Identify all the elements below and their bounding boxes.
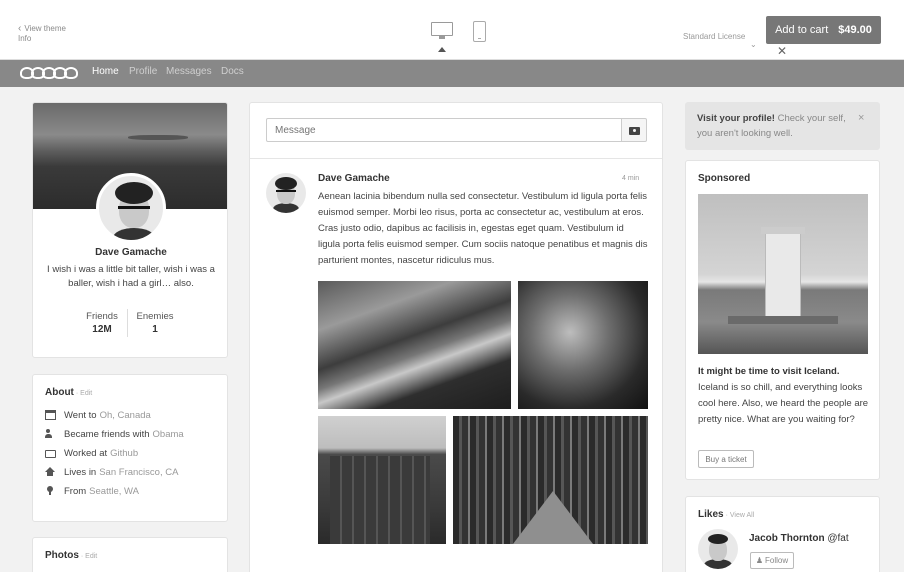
sponsored-title: Sponsored <box>698 173 751 184</box>
nav-link-docs[interactable]: Docs <box>221 66 244 77</box>
post-photo-cave[interactable] <box>518 281 648 409</box>
theme-preview-bar: ‹ View theme Info Standard License ⌄ Add … <box>0 0 904 60</box>
post-photo-building[interactable] <box>318 416 446 544</box>
nav-link-home[interactable]: Home <box>92 66 119 77</box>
likes-card: Likes · View All Jacob Thornton @fat ♟ Fol… <box>685 496 880 572</box>
sponsored-card: Sponsored It might be time to visit Icel… <box>685 160 880 480</box>
nav-link-messages[interactable]: Messages <box>166 66 212 77</box>
home-icon <box>45 467 56 477</box>
avatar[interactable] <box>96 173 166 243</box>
close-icon[interactable]: × <box>858 112 864 124</box>
caret-up-icon <box>438 47 446 52</box>
close-icon[interactable]: ✕ <box>777 44 787 58</box>
chevron-down-icon[interactable]: ⌄ <box>750 40 757 49</box>
profile-name[interactable]: Dave Gamache <box>33 247 227 258</box>
camera-button[interactable] <box>621 118 647 142</box>
view-theme-label: View theme <box>24 24 66 33</box>
about-item-link[interactable]: Oh, Canada <box>100 410 151 421</box>
add-user-icon: ♟ <box>755 556 764 565</box>
follow-label: Follow <box>765 556 789 565</box>
post-photo-fjord[interactable] <box>318 281 511 409</box>
photos-title: Photos · Edit <box>45 550 97 561</box>
likes-avatar[interactable] <box>698 529 738 569</box>
about-item: Worked at Github <box>45 446 138 460</box>
info-label: Info <box>18 34 32 43</box>
profile-bio: I wish i was a little bit taller, wish i… <box>47 264 215 289</box>
divider <box>250 158 662 159</box>
post-photo-forest[interactable] <box>453 416 648 544</box>
about-item-text: Became friends with <box>64 428 150 440</box>
sponsored-body: Iceland is so chill, and everything look… <box>698 382 869 425</box>
friends-count: 12M <box>92 324 112 335</box>
users-icon <box>45 429 56 439</box>
post-avatar[interactable] <box>266 173 306 213</box>
profile-card: Dave Gamache I wish i was a little bit t… <box>32 102 228 358</box>
about-item: Became friends with Obama <box>45 427 184 441</box>
add-to-cart-button[interactable]: Add to cart $49.00 <box>766 16 881 44</box>
likes-user[interactable]: Jacob Thornton @fat <box>749 533 849 544</box>
license-select[interactable]: Standard License <box>683 32 745 41</box>
nav-link-profile[interactable]: Profile <box>129 66 157 77</box>
map-pin-icon <box>45 486 56 496</box>
message-input[interactable] <box>266 118 622 142</box>
follow-button[interactable]: ♟ Follow <box>750 552 794 569</box>
post-timestamp: 4 min <box>622 175 640 182</box>
friends-stat[interactable]: Friends 12M <box>77 310 127 336</box>
likes-user-handle: @fat <box>824 533 849 544</box>
friends-label: Friends <box>86 311 118 322</box>
site-navbar: Home Profile Messages Docs <box>0 60 904 87</box>
enemies-stat[interactable]: Enemies 1 <box>130 310 180 336</box>
stat-divider <box>127 309 128 337</box>
add-to-cart-label: Add to cart <box>775 24 829 36</box>
logo-icon[interactable] <box>20 67 78 79</box>
sponsored-headline[interactable]: It might be time to visit Iceland. <box>698 364 870 380</box>
about-item-text: Lives in <box>64 466 97 478</box>
about-item-link[interactable]: Seattle, WA <box>89 486 139 497</box>
enemies-count: 1 <box>152 324 158 335</box>
about-title: About · Edit <box>45 387 92 398</box>
about-item-link[interactable]: Obama <box>153 429 184 440</box>
profile-alert: Visit your profile! Check your self, you… <box>685 102 880 150</box>
likes-title-text: Likes <box>698 509 724 520</box>
about-item-text: From <box>64 485 87 497</box>
likes-title: Likes · View All <box>698 509 754 520</box>
photos-card: Photos · Edit <box>32 537 228 572</box>
buy-ticket-button[interactable]: Buy a ticket <box>698 450 754 468</box>
post-author[interactable]: Dave Gamache <box>318 173 390 184</box>
about-edit-link[interactable]: · Edit <box>76 390 92 397</box>
view-all-link[interactable]: · View All <box>726 512 755 519</box>
desktop-icon[interactable] <box>431 22 453 39</box>
calendar-icon <box>45 410 56 420</box>
about-item-link[interactable]: San Francisco, CA <box>99 467 178 478</box>
price-label: $49.00 <box>838 24 872 36</box>
about-title-text: About <box>45 387 74 398</box>
photos-edit-link[interactable]: · Edit <box>81 553 97 560</box>
about-item-link[interactable]: Github <box>110 448 138 459</box>
alert-title[interactable]: Visit your profile! <box>697 113 775 124</box>
likes-user-name: Jacob Thornton <box>749 533 825 544</box>
view-theme-link[interactable]: ‹ View theme Info <box>18 24 66 44</box>
mobile-icon[interactable] <box>473 21 486 42</box>
about-item: Lives in San Francisco, CA <box>45 465 178 479</box>
about-card: About · Edit Went to Oh, Canada Became fr… <box>32 374 228 522</box>
about-item: Went to Oh, Canada <box>45 408 151 422</box>
briefcase-icon <box>45 450 56 458</box>
about-item: From Seattle, WA <box>45 484 139 498</box>
sponsored-image[interactable] <box>698 194 868 354</box>
feed-card: Dave Gamache 4 min Aenean lacinia bibend… <box>249 102 663 572</box>
enemies-label: Enemies <box>136 311 174 322</box>
alert-text: Visit your profile! Check your self, you… <box>697 111 857 141</box>
photos-title-text: Photos <box>45 550 79 561</box>
about-item-text: Worked at <box>64 447 108 459</box>
sponsored-text: It might be time to visit Iceland. Icela… <box>698 364 870 428</box>
post-body: Aenean lacinia bibendum nulla sed consec… <box>318 191 648 266</box>
about-item-text: Went to <box>64 409 97 421</box>
chevron-left-icon: ‹ <box>18 23 22 34</box>
